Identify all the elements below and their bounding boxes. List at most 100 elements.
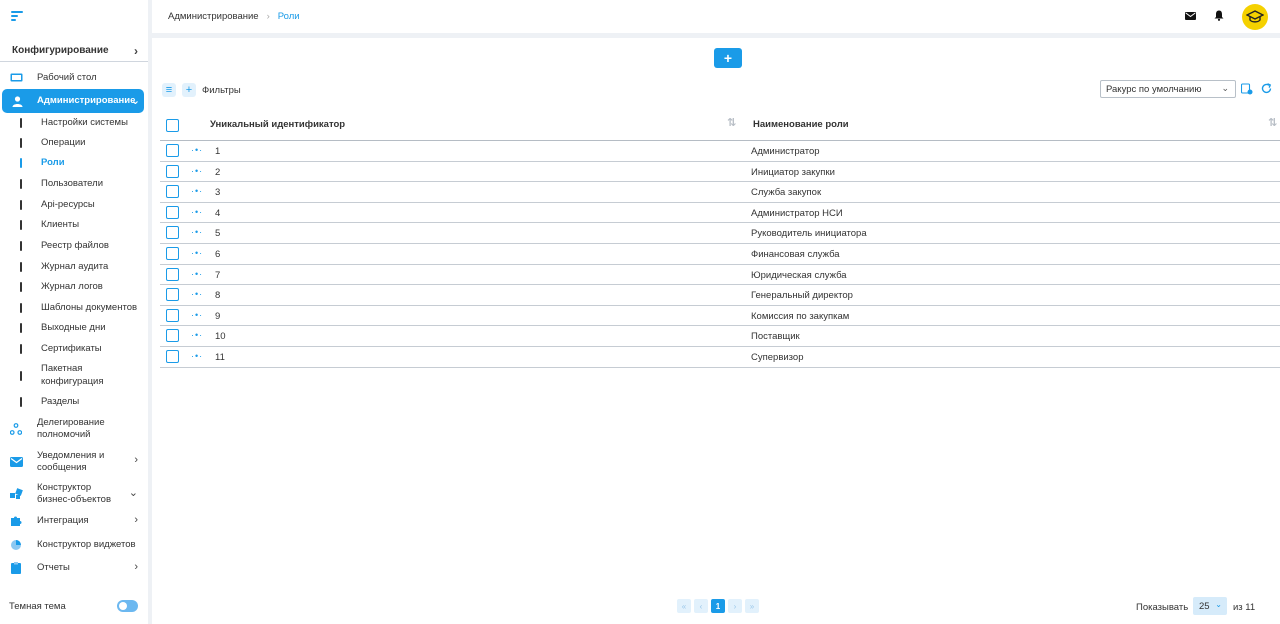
breadcrumb-parent[interactable]: Администрирование bbox=[168, 11, 259, 22]
row-checkbox[interactable] bbox=[166, 246, 179, 260]
row-id: 1 bbox=[215, 146, 221, 157]
column-header-id[interactable]: Уникальный идентификатор bbox=[210, 119, 345, 130]
subitem-api-resources[interactable]: Api-ресурсы bbox=[0, 199, 148, 211]
current-page-button[interactable]: 1 bbox=[711, 599, 725, 613]
add-filter-icon[interactable]: + bbox=[182, 83, 196, 97]
subitem-operations[interactable]: Операции bbox=[0, 137, 148, 149]
row-actions-icon[interactable]: ·•· bbox=[191, 351, 203, 361]
row-checkbox[interactable] bbox=[166, 205, 179, 219]
subitem-roles[interactable]: Роли bbox=[0, 157, 148, 169]
table-row[interactable]: ·•· 11 Супервизор bbox=[160, 347, 1280, 368]
first-page-button[interactable]: « bbox=[677, 599, 691, 613]
refresh-icon[interactable] bbox=[1261, 83, 1273, 95]
table-row[interactable]: ·•· 9 Комиссия по закупкам bbox=[160, 306, 1280, 327]
row-id: 4 bbox=[215, 207, 221, 219]
table-row[interactable]: ·•· 5 Руководитель инициатора bbox=[160, 223, 1280, 244]
subitem-users[interactable]: Пользователи bbox=[0, 178, 148, 190]
subitem-label: Выходные дни bbox=[41, 322, 106, 333]
table-row[interactable]: ·•· 10 Поставщик bbox=[160, 326, 1280, 347]
sidebar-item-integration[interactable]: Интеграция › bbox=[0, 514, 148, 528]
prev-page-button[interactable]: ‹ bbox=[694, 599, 708, 613]
select-all-checkbox[interactable] bbox=[166, 119, 179, 132]
row-actions-icon[interactable]: ·•· bbox=[191, 269, 203, 279]
section-configuration[interactable]: Конфигурирование › bbox=[0, 40, 148, 62]
subitem-audit-log[interactable]: Журнал аудита bbox=[0, 261, 148, 273]
table-row[interactable]: ·•· 7 Юридическая служба bbox=[160, 265, 1280, 286]
subitem-log-journal[interactable]: Журнал логов bbox=[0, 281, 148, 293]
row-actions-icon[interactable]: ·•· bbox=[191, 207, 203, 217]
subitem-holidays[interactable]: Выходные дни bbox=[0, 322, 148, 334]
sidebar-item-notifications[interactable]: Уведомления и сообщения › bbox=[0, 449, 148, 474]
row-id: 3 bbox=[215, 187, 221, 199]
row-actions-icon[interactable]: ·•· bbox=[191, 145, 203, 155]
next-page-button[interactable]: › bbox=[728, 599, 742, 613]
list-menu-icon[interactable]: ≡ bbox=[162, 83, 176, 97]
row-actions-icon[interactable]: ·•· bbox=[191, 166, 203, 176]
sidebar-item-delegation[interactable]: Делегирование полномочий bbox=[0, 416, 148, 441]
row-checkbox[interactable] bbox=[166, 144, 179, 157]
subitem-label: Шаблоны документов bbox=[41, 302, 138, 313]
subitem-certificates[interactable]: Сертификаты bbox=[0, 343, 148, 355]
subitem-doc-templates[interactable]: Шаблоны документов bbox=[0, 302, 148, 314]
per-page-select[interactable]: 25 ⌄ bbox=[1193, 597, 1227, 615]
sort-icon[interactable]: ⇅ bbox=[1268, 116, 1277, 129]
row-checkbox[interactable] bbox=[166, 185, 179, 199]
subitem-clients[interactable]: Клиенты bbox=[0, 219, 148, 231]
view-select[interactable]: Ракурс по умолчанию ⌄ bbox=[1100, 80, 1236, 98]
menu-logo-icon[interactable] bbox=[11, 11, 23, 21]
puzzle-icon bbox=[9, 514, 23, 528]
row-id: 11 bbox=[215, 351, 225, 363]
table-row[interactable]: ·•· 3 Служба закупок bbox=[160, 182, 1280, 203]
sidebar-item-widget-constructor[interactable]: Конструктор виджетов bbox=[0, 538, 148, 552]
sidebar-item-bo-constructor[interactable]: Конструктор бизнес-объектов ⌄ bbox=[0, 481, 148, 506]
row-role-name: Поставщик bbox=[751, 331, 800, 343]
row-actions-icon[interactable]: ·•· bbox=[191, 248, 203, 258]
chevron-right-icon: › bbox=[134, 561, 138, 573]
row-checkbox[interactable] bbox=[166, 288, 179, 302]
mail-icon[interactable] bbox=[1185, 11, 1196, 23]
row-actions-icon[interactable]: ·•· bbox=[191, 227, 203, 237]
add-button[interactable]: + bbox=[714, 48, 742, 68]
filters-label[interactable]: Фильтры bbox=[202, 85, 241, 96]
table-row[interactable]: ·•· 6 Финансовая служба bbox=[160, 244, 1280, 265]
sidebar-item-desktop[interactable]: Рабочий стол bbox=[0, 71, 148, 85]
sidebar-item-reports[interactable]: Отчеты › bbox=[0, 561, 148, 575]
table-row[interactable]: ·•· 4 Администратор НСИ bbox=[160, 203, 1280, 224]
subitem-batch-config[interactable]: Пакетная конфигурация bbox=[0, 363, 148, 388]
sidebar-item-administration[interactable]: Администрирование ⌄ bbox=[2, 89, 144, 113]
row-actions-icon[interactable]: ·•· bbox=[191, 186, 203, 196]
row-role-name: Генеральный директор bbox=[751, 290, 853, 302]
chevron-down-icon: ⌄ bbox=[1215, 600, 1222, 609]
subitem-sections[interactable]: Разделы bbox=[0, 396, 148, 408]
row-checkbox[interactable] bbox=[166, 308, 179, 322]
row-actions-icon[interactable]: ·•· bbox=[191, 330, 203, 340]
table-row[interactable]: ·•· 8 Генеральный директор bbox=[160, 285, 1280, 306]
subitem-bar bbox=[20, 262, 22, 272]
row-role-name: Руководитель инициатора bbox=[751, 228, 867, 240]
row-role-name: Служба закупок bbox=[751, 187, 822, 199]
subitem-system-settings[interactable]: Настройки системы bbox=[0, 117, 148, 129]
sidebar-item-label: Отчеты bbox=[37, 562, 70, 573]
bell-icon[interactable] bbox=[1214, 10, 1224, 24]
row-checkbox[interactable] bbox=[166, 329, 179, 343]
row-checkbox[interactable] bbox=[166, 164, 179, 178]
table-row[interactable]: ·•· 2 Инициатор закупки bbox=[160, 162, 1280, 183]
avatar[interactable] bbox=[1242, 4, 1268, 30]
sort-icon[interactable]: ⇅ bbox=[727, 116, 736, 129]
table-row[interactable]: ·•· 1 Администратор bbox=[160, 141, 1280, 162]
row-checkbox[interactable] bbox=[166, 267, 179, 281]
row-actions-icon[interactable]: ·•· bbox=[191, 289, 203, 299]
subitem-file-registry[interactable]: Реестр файлов bbox=[0, 240, 148, 252]
row-checkbox[interactable] bbox=[166, 226, 179, 240]
row-checkbox[interactable] bbox=[166, 349, 179, 363]
last-page-button[interactable]: » bbox=[745, 599, 759, 613]
column-header-name[interactable]: Наименование роли bbox=[753, 119, 849, 130]
row-actions-icon[interactable]: ·•· bbox=[191, 310, 203, 320]
subitem-bar bbox=[20, 220, 22, 230]
show-label: Показывать bbox=[1136, 602, 1189, 613]
save-view-icon[interactable] bbox=[1240, 83, 1253, 95]
dark-theme-toggle[interactable] bbox=[117, 600, 138, 612]
row-id: 7 bbox=[215, 269, 221, 281]
subitem-bar bbox=[20, 158, 22, 168]
row-role-name: Инициатор закупки bbox=[751, 166, 835, 178]
